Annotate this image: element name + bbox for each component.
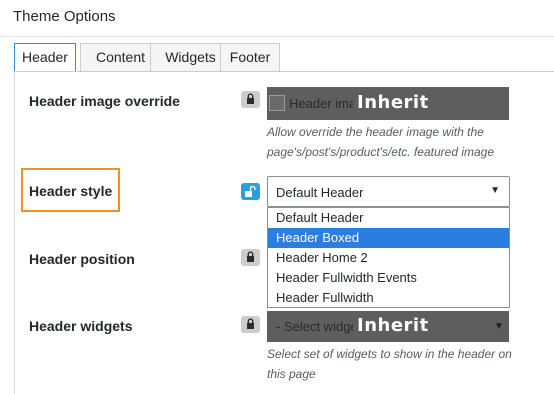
- header-style-dropdown-list: Default Header Header Boxed Header Home …: [267, 207, 510, 308]
- tab-widgets[interactable]: Widgets: [150, 43, 231, 72]
- unlock-icon[interactable]: [241, 183, 260, 200]
- header-image-override-description: Allow override the header image with the…: [267, 125, 495, 159]
- tab-header[interactable]: Header: [14, 43, 76, 73]
- header-style-label: Header style: [29, 183, 113, 199]
- header-style-select[interactable]: Default Header ▼: [267, 176, 510, 207]
- option-header-home-2[interactable]: Header Home 2: [268, 248, 509, 268]
- header-widgets-inherit-overlay[interactable]: - Select widgets - Inherit ▼: [267, 311, 509, 342]
- inherit-label: Inherit: [357, 92, 429, 113]
- option-header-boxed[interactable]: Header Boxed: [268, 228, 509, 248]
- header-widgets-label: Header widgets: [29, 318, 133, 334]
- header-image-override-inherit-overlay[interactable]: Header image override Inherit: [267, 87, 509, 120]
- option-default-header[interactable]: Default Header: [268, 208, 509, 228]
- header-style-selected-value: Default Header: [276, 185, 364, 200]
- tab-footer[interactable]: Footer: [220, 43, 280, 72]
- header-widgets-description: Select set of widgets to show in the hea…: [267, 347, 512, 381]
- tab-content[interactable]: Content: [80, 43, 161, 72]
- option-header-fullwidth[interactable]: Header Fullwidth: [268, 288, 509, 308]
- panel-header: Theme Options: [0, 0, 554, 37]
- header-image-override-label: Header image override: [29, 93, 180, 109]
- chevron-down-icon: ▼: [490, 185, 500, 196]
- lock-icon[interactable]: [241, 249, 260, 266]
- inherit-label: Inherit: [357, 315, 429, 336]
- lock-icon[interactable]: [241, 316, 260, 333]
- chevron-down-icon: ▼: [494, 321, 504, 332]
- option-header-fullwidth-events[interactable]: Header Fullwidth Events: [268, 268, 509, 288]
- header-position-label: Header position: [29, 251, 135, 267]
- header-image-override-checkbox[interactable]: [269, 95, 285, 111]
- lock-icon[interactable]: [241, 91, 260, 108]
- panel-title: Theme Options: [13, 8, 116, 25]
